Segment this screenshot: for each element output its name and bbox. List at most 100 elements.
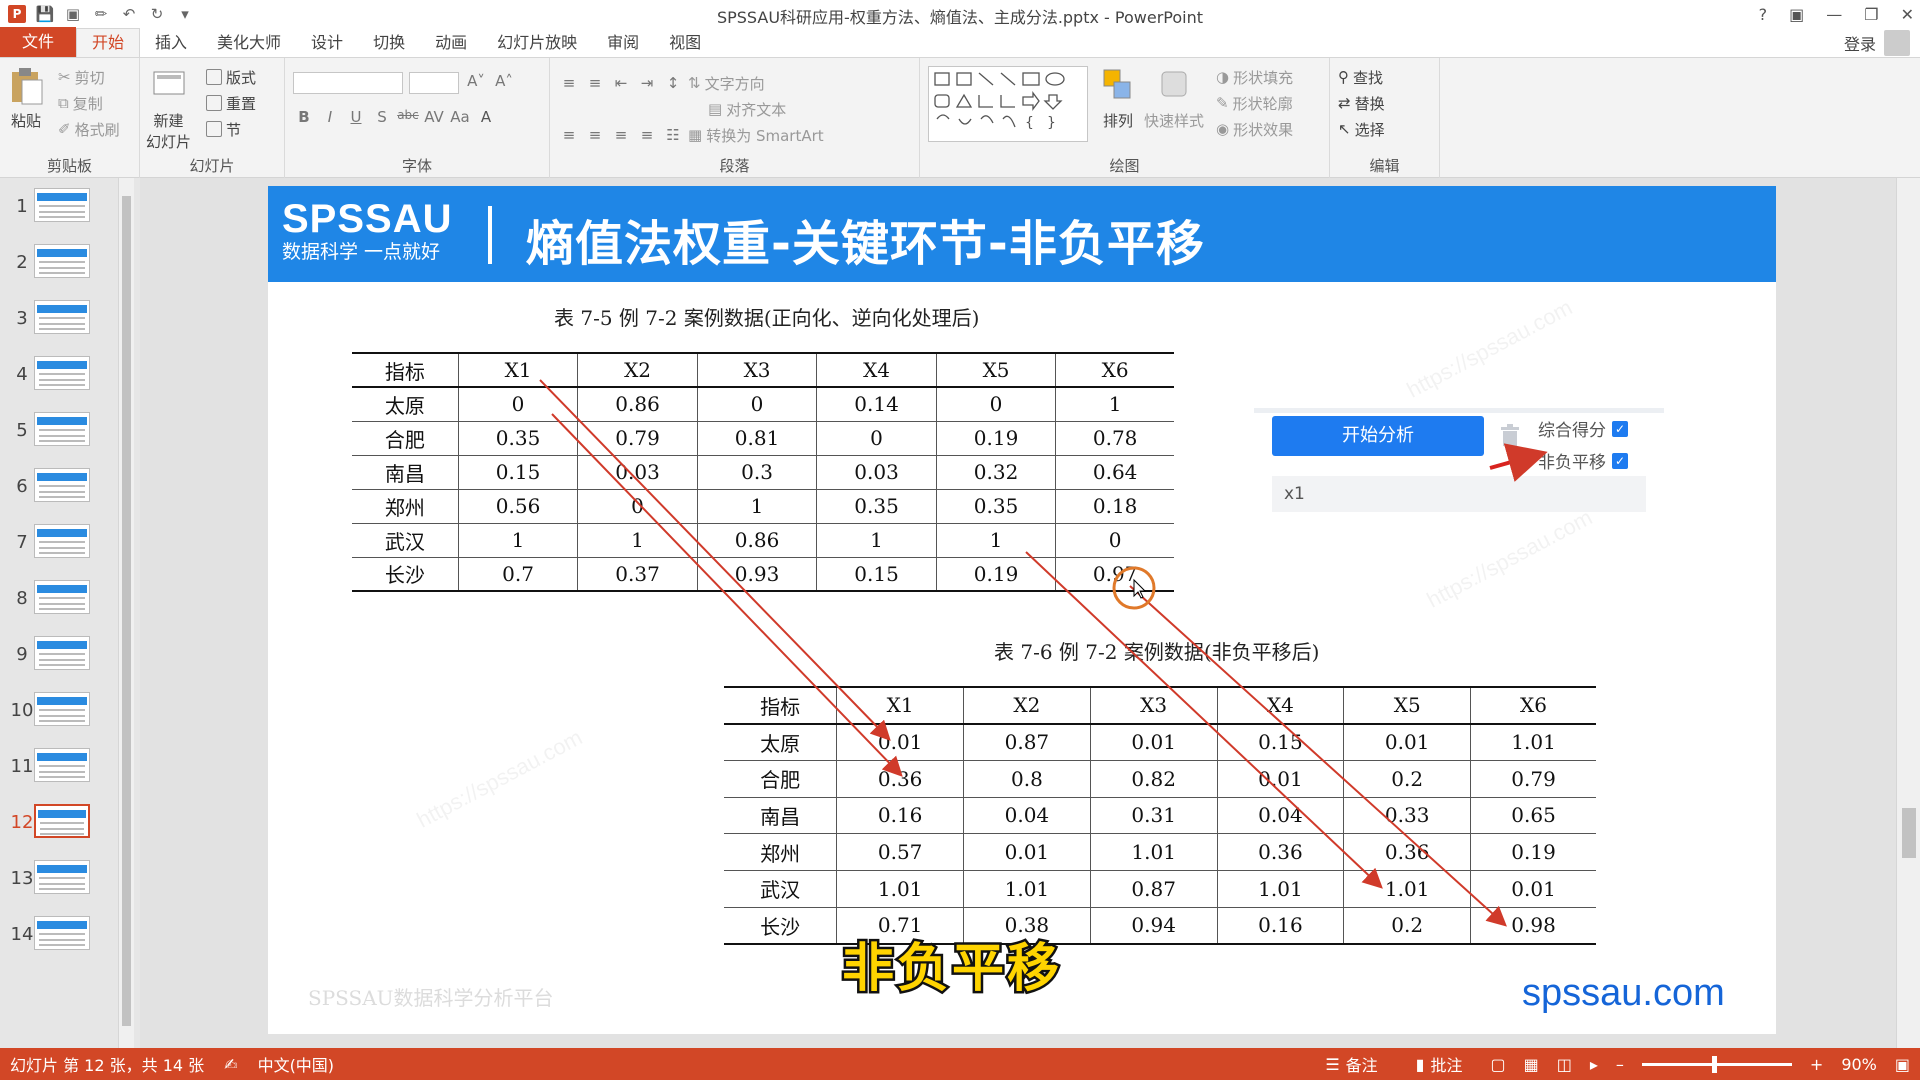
- tab-home[interactable]: 开始: [76, 28, 141, 57]
- slide-sorter-icon[interactable]: ▦: [1524, 1055, 1539, 1074]
- font-size-field[interactable]: [409, 72, 459, 94]
- slide-thumbnail-image[interactable]: [34, 412, 90, 446]
- brush-icon[interactable]: ✏: [92, 5, 110, 23]
- spellcheck-icon[interactable]: ✍: [214, 1055, 247, 1074]
- align-right-icon[interactable]: ≡: [610, 126, 632, 144]
- new-slide-button[interactable]: 新建 幻灯片: [146, 66, 191, 152]
- tab-beautify-master[interactable]: 美化大师: [202, 29, 296, 57]
- bold-icon[interactable]: B: [293, 108, 315, 126]
- zoom-in-icon[interactable]: +: [1810, 1055, 1823, 1074]
- tab-review[interactable]: 审阅: [592, 29, 654, 57]
- slide-thumbnail[interactable]: 6: [0, 468, 120, 524]
- slide-thumbnail[interactable]: 8: [0, 580, 120, 636]
- reset-button[interactable]: 重置: [206, 90, 256, 116]
- slide-thumbnail-image[interactable]: [34, 524, 90, 558]
- slide-thumbnail-image[interactable]: [34, 356, 90, 390]
- zoom-slider[interactable]: [1641, 1055, 1792, 1073]
- trash-icon[interactable]: [1500, 424, 1520, 448]
- convert-smartart-button[interactable]: ▦ 转换为 SmartArt: [688, 122, 824, 148]
- increase-indent-icon[interactable]: ⇥: [636, 74, 658, 92]
- slide-thumbnail-image[interactable]: [34, 468, 90, 502]
- slide-thumbnail-image[interactable]: [34, 188, 90, 222]
- normal-view-icon[interactable]: ▢: [1491, 1055, 1506, 1074]
- cut-button[interactable]: ✂ 剪切: [58, 64, 120, 90]
- slide-thumbnail[interactable]: 4: [0, 356, 120, 412]
- zoom-level[interactable]: 90%: [1841, 1055, 1877, 1074]
- zoom-out-icon[interactable]: –: [1616, 1055, 1624, 1074]
- select-button[interactable]: ↖ 选择: [1338, 116, 1431, 142]
- slide-thumbnail[interactable]: 5: [0, 412, 120, 468]
- slide-thumbnail-image[interactable]: [34, 860, 90, 894]
- slide-thumbnail[interactable]: 12: [0, 804, 120, 860]
- grow-font-icon[interactable]: A˅: [465, 72, 487, 94]
- copy-button[interactable]: ⧉ 复制: [58, 90, 120, 116]
- restore-icon[interactable]: ❐: [1864, 5, 1878, 24]
- tab-view[interactable]: 视图: [654, 29, 716, 57]
- line-spacing-icon[interactable]: ↕: [662, 74, 684, 92]
- shape-fill-button[interactable]: ◑ 形状填充: [1216, 64, 1293, 90]
- replace-button[interactable]: ⇄ 替换: [1338, 90, 1431, 116]
- tab-animations[interactable]: 动画: [420, 29, 482, 57]
- presenter-icon[interactable]: ▣: [64, 5, 82, 23]
- slide-canvas[interactable]: SPSSAU 数据科学 一点就好 熵值法权重-关键环节-非负平移 https:/…: [268, 186, 1776, 1034]
- slide-thumbnail[interactable]: 10: [0, 692, 120, 748]
- undo-icon[interactable]: ↶: [120, 5, 138, 23]
- notes-button[interactable]: ☰ 备注: [1315, 1052, 1387, 1076]
- char-spacing-icon[interactable]: AV: [423, 108, 445, 126]
- justify-icon[interactable]: ≡: [636, 126, 658, 144]
- composite-score-checkbox[interactable]: 综合得分 ✓: [1538, 416, 1628, 441]
- tab-file[interactable]: 文件: [0, 27, 76, 57]
- layout-button[interactable]: 版式: [206, 64, 256, 90]
- start-analysis-button[interactable]: 开始分析: [1272, 416, 1484, 456]
- tab-slideshow[interactable]: 幻灯片放映: [482, 29, 592, 57]
- decrease-indent-icon[interactable]: ⇤: [610, 74, 632, 92]
- slide-scrollbar[interactable]: [1896, 178, 1920, 1048]
- slide-counter[interactable]: 幻灯片 第 12 张，共 14 张: [0, 1052, 214, 1076]
- change-case-icon[interactable]: Aa: [449, 108, 471, 126]
- login-link[interactable]: 登录: [1844, 31, 1876, 55]
- shape-outline-button[interactable]: ✎ 形状轮廓: [1216, 90, 1293, 116]
- tab-insert[interactable]: 插入: [140, 29, 202, 57]
- find-button[interactable]: ⚲ 查找: [1338, 64, 1431, 90]
- slide-thumbnail-image[interactable]: [34, 804, 90, 838]
- comments-button[interactable]: ▮ 批注: [1406, 1052, 1473, 1076]
- shape-effects-button[interactable]: ◉ 形状效果: [1216, 116, 1293, 142]
- thumbnails-scroll-thumb[interactable]: [122, 196, 131, 1026]
- close-icon[interactable]: ✕: [1901, 5, 1914, 24]
- align-left-icon[interactable]: ≡: [558, 126, 580, 144]
- minimize-icon[interactable]: —: [1826, 5, 1842, 24]
- bullets-icon[interactable]: ≡: [558, 74, 580, 92]
- slide-thumbnail-image[interactable]: [34, 748, 90, 782]
- shrink-font-icon[interactable]: A˄: [493, 72, 515, 94]
- underline-icon[interactable]: U: [345, 108, 367, 126]
- quick-styles-button[interactable]: 快速样式: [1144, 66, 1204, 131]
- slide-scroll-thumb[interactable]: [1902, 808, 1916, 858]
- shadow-icon[interactable]: S: [371, 108, 393, 126]
- section-button[interactable]: 节: [206, 116, 256, 142]
- slide-thumbnail-image[interactable]: [34, 244, 90, 278]
- text-direction-button[interactable]: ⇅ 文字方向: [688, 70, 765, 96]
- customize-qat-icon[interactable]: ▾: [176, 5, 194, 23]
- fit-slide-icon[interactable]: ▣: [1895, 1055, 1910, 1074]
- font-name-field[interactable]: [293, 72, 403, 94]
- slide-thumbnail-image[interactable]: [34, 300, 90, 334]
- slide-thumbnail[interactable]: 3: [0, 300, 120, 356]
- tab-transitions[interactable]: 切换: [358, 29, 420, 57]
- slide-thumbnail-image[interactable]: [34, 580, 90, 614]
- slide-thumbnail[interactable]: 14: [0, 916, 120, 972]
- slide-thumbnail-image[interactable]: [34, 692, 90, 726]
- slide-thumbnail[interactable]: 9: [0, 636, 120, 692]
- reading-view-icon[interactable]: ◫: [1557, 1055, 1572, 1074]
- slide-thumbnail[interactable]: 11: [0, 748, 120, 804]
- paste-button[interactable]: 粘贴: [8, 66, 44, 131]
- slide-thumbnail-image[interactable]: [34, 636, 90, 670]
- slide-thumbnail[interactable]: 13: [0, 860, 120, 916]
- numbering-icon[interactable]: ≡: [584, 74, 606, 92]
- powerpoint-logo-icon[interactable]: P: [8, 5, 26, 23]
- slideshow-icon[interactable]: ▸: [1590, 1055, 1598, 1074]
- avatar[interactable]: [1884, 30, 1910, 56]
- tab-design[interactable]: 设计: [296, 29, 358, 57]
- slide-thumbnail[interactable]: 2: [0, 244, 120, 300]
- help-icon[interactable]: ?: [1759, 5, 1768, 24]
- save-icon[interactable]: 💾: [36, 5, 55, 23]
